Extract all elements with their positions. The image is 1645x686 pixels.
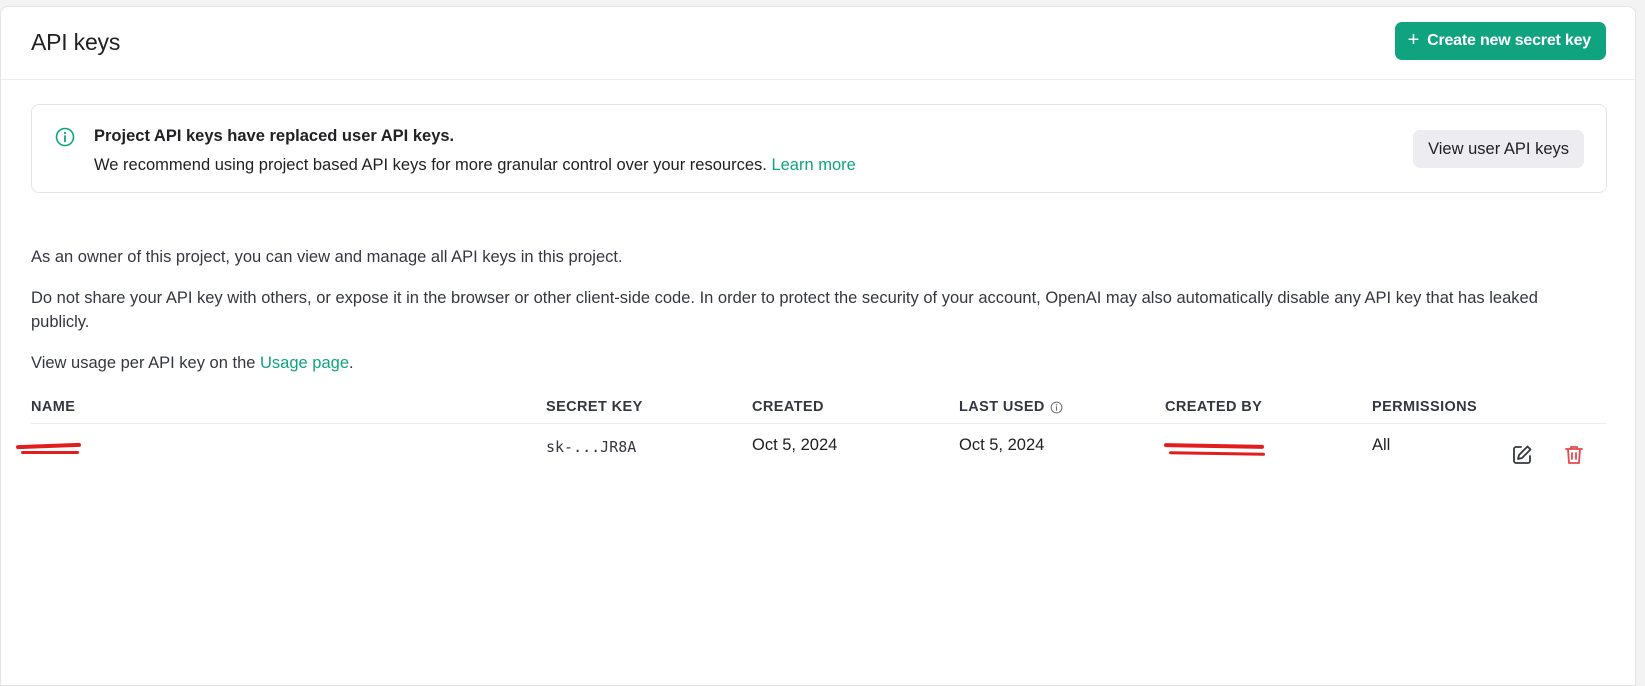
secret-key-cell: sk-...JR8A (546, 438, 637, 456)
redaction-mark (21, 451, 79, 454)
column-header-last-used: LAST USED (959, 399, 1063, 415)
learn-more-link[interactable]: Learn more (771, 156, 855, 174)
view-user-api-keys-button[interactable]: View user API keys (1413, 130, 1584, 168)
info-circle-icon[interactable] (1050, 401, 1063, 414)
create-secret-key-label: Create new secret key (1427, 32, 1591, 49)
permissions-cell: All (1372, 436, 1391, 454)
usage-note: View usage per API key on the Usage page… (31, 351, 354, 375)
trash-icon (1565, 446, 1583, 464)
pencil-square-icon (1513, 445, 1532, 464)
plus-icon: + (1407, 29, 1420, 51)
notice-body: We recommend using project based API key… (94, 156, 856, 175)
security-warning: Do not share your API key with others, o… (31, 289, 1538, 331)
page-title: API keys (31, 29, 121, 55)
page-header: API keys + Create new secret key (1, 7, 1635, 80)
table-row: sk-...JR8A Oct 5, 2024 Oct 5, 2024 All (15, 424, 1607, 482)
column-header-created: CREATED (752, 399, 824, 415)
usage-note-suffix: . (349, 354, 354, 372)
redaction-mark (1163, 443, 1265, 449)
column-header-secret-key: SECRET KEY (546, 399, 643, 415)
column-header-last-used-label: LAST USED (959, 399, 1045, 415)
notice-body-text: We recommend using project based API key… (94, 156, 767, 174)
notice-title: Project API keys have replaced user API … (94, 127, 455, 145)
project-keys-notice: Project API keys have replaced user API … (31, 104, 1607, 193)
edit-key-button[interactable] (1510, 443, 1534, 467)
create-secret-key-button[interactable]: + Create new secret key (1394, 22, 1606, 60)
api-keys-panel: API keys + Create new secret key Project… (0, 6, 1636, 686)
redaction-mark (15, 442, 82, 450)
column-header-permissions: PERMISSIONS (1372, 399, 1478, 415)
created-date-cell: Oct 5, 2024 (752, 436, 838, 454)
usage-page-link[interactable]: Usage page (260, 354, 349, 372)
info-circle-icon (55, 127, 75, 147)
usage-note-prefix: View usage per API key on the (31, 354, 261, 372)
owner-description: As an owner of this project, you can vie… (31, 248, 623, 266)
column-header-name: NAME (31, 399, 76, 415)
column-header-created-by: CREATED BY (1165, 399, 1263, 415)
last-used-cell: Oct 5, 2024 (959, 436, 1045, 454)
api-keys-table: NAME SECRET KEY CREATED LAST USED CREATE… (15, 393, 1607, 482)
redaction-mark (1168, 451, 1266, 456)
table-header: NAME SECRET KEY CREATED LAST USED CREATE… (31, 393, 1607, 424)
delete-key-button[interactable] (1562, 443, 1586, 467)
